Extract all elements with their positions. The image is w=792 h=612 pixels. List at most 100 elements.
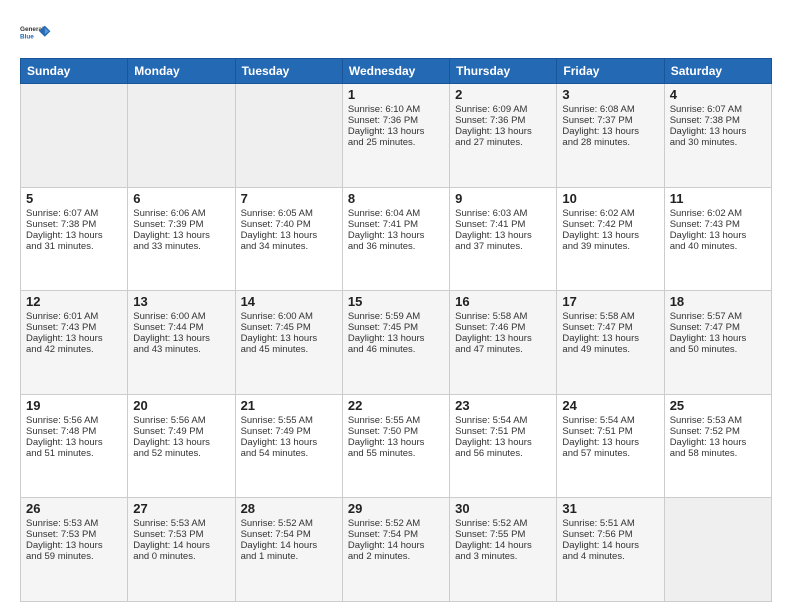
calendar-cell: 14Sunrise: 6:00 AMSunset: 7:45 PMDayligh… bbox=[235, 291, 342, 395]
day-info: Daylight: 13 hours bbox=[562, 333, 658, 344]
day-info: Daylight: 13 hours bbox=[241, 437, 337, 448]
day-info: Daylight: 14 hours bbox=[455, 540, 551, 551]
day-info: and 30 minutes. bbox=[670, 137, 766, 148]
calendar-cell: 13Sunrise: 6:00 AMSunset: 7:44 PMDayligh… bbox=[128, 291, 235, 395]
day-info: and 28 minutes. bbox=[562, 137, 658, 148]
day-number: 17 bbox=[562, 294, 658, 309]
calendar-cell: 21Sunrise: 5:55 AMSunset: 7:49 PMDayligh… bbox=[235, 394, 342, 498]
day-info: Sunset: 7:45 PM bbox=[348, 322, 444, 333]
day-info: Daylight: 13 hours bbox=[348, 230, 444, 241]
day-info: Daylight: 14 hours bbox=[133, 540, 229, 551]
calendar-page: GeneralBlue SundayMondayTuesdayWednesday… bbox=[0, 0, 792, 612]
day-info: Sunset: 7:52 PM bbox=[670, 426, 766, 437]
calendar-cell: 12Sunrise: 6:01 AMSunset: 7:43 PMDayligh… bbox=[21, 291, 128, 395]
weekday-header-tuesday: Tuesday bbox=[235, 59, 342, 84]
day-info: and 4 minutes. bbox=[562, 551, 658, 562]
day-info: Daylight: 13 hours bbox=[133, 437, 229, 448]
day-info: Daylight: 13 hours bbox=[562, 126, 658, 137]
day-info: and 59 minutes. bbox=[26, 551, 122, 562]
day-info: and 56 minutes. bbox=[455, 448, 551, 459]
day-info: Daylight: 13 hours bbox=[562, 437, 658, 448]
day-info: Sunset: 7:38 PM bbox=[670, 115, 766, 126]
day-info: Sunrise: 6:03 AM bbox=[455, 208, 551, 219]
day-info: and 49 minutes. bbox=[562, 344, 658, 355]
day-info: Sunset: 7:37 PM bbox=[562, 115, 658, 126]
day-info: and 36 minutes. bbox=[348, 241, 444, 252]
day-info: Daylight: 13 hours bbox=[26, 333, 122, 344]
day-info: and 46 minutes. bbox=[348, 344, 444, 355]
day-number: 26 bbox=[26, 501, 122, 516]
day-info: Sunrise: 5:53 AM bbox=[26, 518, 122, 529]
calendar-cell: 31Sunrise: 5:51 AMSunset: 7:56 PMDayligh… bbox=[557, 498, 664, 602]
week-row-5: 26Sunrise: 5:53 AMSunset: 7:53 PMDayligh… bbox=[21, 498, 772, 602]
day-number: 9 bbox=[455, 191, 551, 206]
day-info: Sunrise: 5:52 AM bbox=[348, 518, 444, 529]
day-number: 7 bbox=[241, 191, 337, 206]
day-info: and 54 minutes. bbox=[241, 448, 337, 459]
calendar-cell bbox=[21, 84, 128, 188]
week-row-4: 19Sunrise: 5:56 AMSunset: 7:48 PMDayligh… bbox=[21, 394, 772, 498]
calendar-cell: 5Sunrise: 6:07 AMSunset: 7:38 PMDaylight… bbox=[21, 187, 128, 291]
day-number: 23 bbox=[455, 398, 551, 413]
day-info: Daylight: 13 hours bbox=[133, 333, 229, 344]
day-number: 2 bbox=[455, 87, 551, 102]
week-row-2: 5Sunrise: 6:07 AMSunset: 7:38 PMDaylight… bbox=[21, 187, 772, 291]
day-info: Daylight: 13 hours bbox=[455, 230, 551, 241]
day-info: Daylight: 13 hours bbox=[26, 230, 122, 241]
day-info: Sunset: 7:51 PM bbox=[562, 426, 658, 437]
day-info: and 50 minutes. bbox=[670, 344, 766, 355]
day-info: and 25 minutes. bbox=[348, 137, 444, 148]
day-number: 6 bbox=[133, 191, 229, 206]
day-info: Sunrise: 6:07 AM bbox=[670, 104, 766, 115]
day-info: and 42 minutes. bbox=[26, 344, 122, 355]
day-number: 25 bbox=[670, 398, 766, 413]
day-number: 13 bbox=[133, 294, 229, 309]
day-info: Sunrise: 6:00 AM bbox=[241, 311, 337, 322]
day-info: Daylight: 13 hours bbox=[455, 333, 551, 344]
svg-text:Blue: Blue bbox=[20, 33, 34, 40]
day-info: and 34 minutes. bbox=[241, 241, 337, 252]
day-info: Sunrise: 5:54 AM bbox=[455, 415, 551, 426]
day-info: Sunrise: 5:58 AM bbox=[562, 311, 658, 322]
day-info: Daylight: 13 hours bbox=[455, 437, 551, 448]
day-info: Sunset: 7:39 PM bbox=[133, 219, 229, 230]
day-info: Daylight: 13 hours bbox=[348, 437, 444, 448]
day-info: Sunset: 7:47 PM bbox=[562, 322, 658, 333]
calendar-cell: 28Sunrise: 5:52 AMSunset: 7:54 PMDayligh… bbox=[235, 498, 342, 602]
calendar-cell: 24Sunrise: 5:54 AMSunset: 7:51 PMDayligh… bbox=[557, 394, 664, 498]
calendar-cell bbox=[235, 84, 342, 188]
day-info: and 39 minutes. bbox=[562, 241, 658, 252]
day-number: 18 bbox=[670, 294, 766, 309]
day-info: Sunrise: 5:55 AM bbox=[348, 415, 444, 426]
calendar-cell: 16Sunrise: 5:58 AMSunset: 7:46 PMDayligh… bbox=[450, 291, 557, 395]
day-info: Sunset: 7:54 PM bbox=[241, 529, 337, 540]
weekday-header-monday: Monday bbox=[128, 59, 235, 84]
day-info: and 40 minutes. bbox=[670, 241, 766, 252]
day-number: 8 bbox=[348, 191, 444, 206]
day-number: 29 bbox=[348, 501, 444, 516]
day-info: Sunset: 7:46 PM bbox=[455, 322, 551, 333]
day-info: Sunset: 7:50 PM bbox=[348, 426, 444, 437]
calendar-cell: 3Sunrise: 6:08 AMSunset: 7:37 PMDaylight… bbox=[557, 84, 664, 188]
weekday-header-sunday: Sunday bbox=[21, 59, 128, 84]
day-info: Sunrise: 6:02 AM bbox=[670, 208, 766, 219]
calendar-cell bbox=[664, 498, 771, 602]
day-info: Sunrise: 6:02 AM bbox=[562, 208, 658, 219]
day-info: Sunset: 7:53 PM bbox=[133, 529, 229, 540]
calendar-cell: 29Sunrise: 5:52 AMSunset: 7:54 PMDayligh… bbox=[342, 498, 449, 602]
weekday-header-saturday: Saturday bbox=[664, 59, 771, 84]
header: GeneralBlue bbox=[20, 16, 772, 48]
day-info: Sunset: 7:48 PM bbox=[26, 426, 122, 437]
day-info: Daylight: 13 hours bbox=[133, 230, 229, 241]
day-number: 11 bbox=[670, 191, 766, 206]
weekday-header-wednesday: Wednesday bbox=[342, 59, 449, 84]
day-info: Sunset: 7:36 PM bbox=[348, 115, 444, 126]
day-info: Daylight: 13 hours bbox=[26, 540, 122, 551]
day-info: Sunrise: 6:04 AM bbox=[348, 208, 444, 219]
day-info: and 31 minutes. bbox=[26, 241, 122, 252]
day-info: Sunset: 7:56 PM bbox=[562, 529, 658, 540]
logo: GeneralBlue bbox=[20, 16, 52, 48]
day-info: Daylight: 14 hours bbox=[562, 540, 658, 551]
day-info: Sunrise: 6:08 AM bbox=[562, 104, 658, 115]
day-number: 5 bbox=[26, 191, 122, 206]
